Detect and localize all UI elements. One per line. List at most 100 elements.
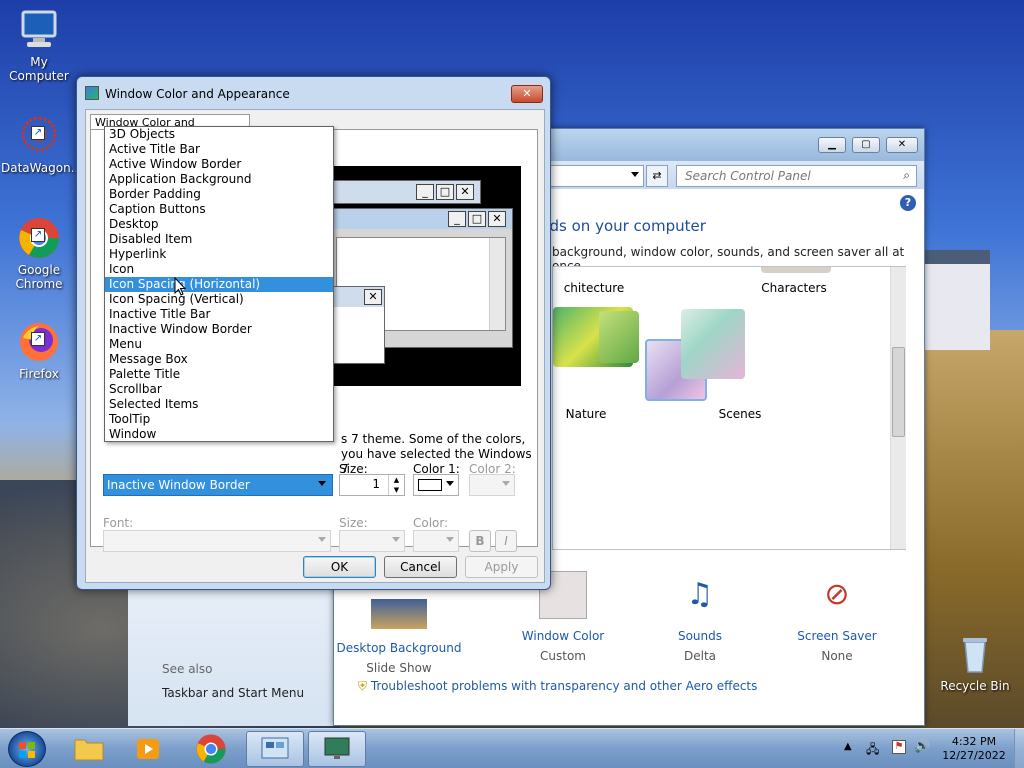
dropdown-option[interactable]: Inactive Window Border [105, 322, 333, 337]
font-color-label: Color: [413, 516, 449, 530]
dropdown-option[interactable]: Desktop [105, 217, 333, 232]
dropdown-option[interactable]: ToolTip [105, 412, 333, 427]
preview-scrollbar [489, 238, 505, 330]
color2-picker[interactable] [469, 474, 515, 496]
close-button[interactable]: ✕ [886, 137, 918, 153]
show-desktop-button[interactable] [1014, 729, 1024, 768]
shortcut-arrow-icon: ↗ [31, 228, 45, 242]
dropdown-option[interactable]: 3D Objects [105, 127, 333, 142]
troubleshoot-link[interactable]: Troubleshoot problems with transparency … [371, 679, 758, 693]
desktop-icon-label: Recycle Bin [940, 679, 1010, 693]
desktop-background-link[interactable]: Desktop Background [334, 641, 464, 655]
dropdown-option[interactable]: Application Background [105, 172, 333, 187]
taskbar: ▲ 🖧 ⚑ 🔊 4:32 PM 12/27/2022 [0, 728, 1024, 768]
page-heading: nds on your computer [540, 217, 706, 235]
show-hidden-icons-button[interactable]: ▲ [844, 741, 852, 752]
troubleshoot-item[interactable]: ⛨ Troubleshoot problems with transparenc… [358, 679, 757, 694]
apply-button[interactable]: Apply [465, 556, 538, 578]
font-combo[interactable] [103, 530, 331, 552]
sounds-item[interactable]: ♫ Sounds Delta [635, 571, 765, 663]
dropdown-option[interactable]: Icon Spacing (Horizontal) [105, 277, 333, 292]
taskbar-explorer-button[interactable] [60, 731, 118, 767]
dropdown-option[interactable]: Inactive Title Bar [105, 307, 333, 322]
mouse-cursor-icon [174, 276, 187, 299]
theme-label: Scenes [718, 407, 762, 421]
desktop-background-item[interactable]: Desktop Background Slide Show [334, 599, 464, 675]
themes-scrollbar[interactable] [890, 267, 906, 549]
font-size-combo[interactable] [339, 530, 405, 552]
firefox-icon: ↗ [17, 320, 61, 364]
taskbar-control-panel-button[interactable] [246, 731, 304, 767]
shortcut-arrow-icon: ↗ [31, 126, 45, 140]
action-center-flag-icon[interactable]: ⚑ [892, 740, 906, 754]
italic-button[interactable]: I [495, 530, 517, 552]
item-size-stepper[interactable]: 1 ▲ ▼ [339, 474, 405, 496]
item-combo[interactable]: Inactive Window Border [103, 474, 333, 496]
system-clock[interactable]: 4:32 PM 12/27/2022 [938, 735, 1010, 763]
taskbar-window-color-button[interactable] [308, 731, 366, 767]
datawagon-icon: ↗ [17, 114, 61, 158]
dropdown-option[interactable]: Disabled Item [105, 232, 333, 247]
taskbar-media-player-button[interactable] [120, 731, 178, 767]
dropdown-option[interactable]: Icon Spacing (Vertical) [105, 292, 333, 307]
dropdown-option[interactable]: Selected Items [105, 397, 333, 412]
refresh-button[interactable]: ⇄ [646, 165, 668, 187]
chevron-down-icon [446, 481, 454, 486]
dropdown-option[interactable]: Caption Buttons [105, 202, 333, 217]
preview-close-icon: ✕ [456, 184, 474, 200]
shield-icon: ⛨ [358, 679, 368, 693]
start-button[interactable] [8, 731, 46, 767]
folder-icon [74, 739, 104, 761]
preview-close-icon: ✕ [488, 211, 506, 227]
chevron-down-icon [631, 172, 639, 177]
dropdown-option[interactable]: Palette Title [105, 367, 333, 382]
themes-list[interactable]: chitecture Characters Nature Scenes [552, 266, 906, 550]
dropdown-option[interactable]: Active Title Bar [105, 142, 333, 157]
desktop-icon-firefox[interactable]: ↗ Firefox [1, 320, 77, 381]
desktop-icon-datawagon[interactable]: ↗ DataWagon... [1, 114, 82, 175]
font-color-picker[interactable] [413, 530, 459, 552]
color1-picker[interactable] [413, 474, 459, 496]
desktop-icon-recycle-bin[interactable]: Recycle Bin [937, 632, 1013, 693]
screen-saver-value: None [821, 649, 853, 663]
taskbar-chrome-button[interactable] [182, 731, 240, 767]
dropdown-option[interactable]: Menu [105, 337, 333, 352]
dropdown-option[interactable]: Border Padding [105, 187, 333, 202]
sounds-link[interactable]: Sounds [635, 629, 765, 643]
ok-button[interactable]: OK [303, 556, 376, 578]
dropdown-option[interactable]: Active Window Border [105, 157, 333, 172]
maximize-button[interactable]: ▢ [852, 137, 880, 153]
volume-icon[interactable]: 🔊 [914, 739, 930, 754]
item-size-value: 1 [372, 477, 380, 491]
dropdown-option[interactable]: Hyperlink [105, 247, 333, 262]
search-input[interactable]: Search Control Panel ⌕ [676, 165, 917, 187]
minimize-button[interactable]: ▁ [818, 137, 846, 153]
see-also-heading: See also [162, 662, 213, 676]
bold-button[interactable]: B [469, 530, 491, 552]
dropdown-option[interactable]: Window [105, 427, 333, 442]
chevron-down-icon [502, 481, 510, 486]
desktop-icon-google-chrome[interactable]: ↗ Google Chrome [1, 216, 77, 291]
computer-icon [17, 8, 61, 52]
search-icon: ⌕ [903, 168, 910, 182]
cancel-button[interactable]: Cancel [384, 556, 457, 578]
help-icon[interactable]: ? [900, 195, 916, 211]
desktop-icon-my-computer[interactable]: My Computer [1, 8, 77, 83]
preview-minimize-icon: _ [416, 184, 434, 200]
screen-saver-item[interactable]: ⊘ Screen Saver None [772, 571, 902, 663]
item-combo-value: Inactive Window Border [107, 478, 250, 492]
dropdown-option[interactable]: Message Box [105, 352, 333, 367]
window-color-value: Custom [540, 649, 586, 663]
window-color-link[interactable]: Window Color [498, 629, 628, 643]
dropdown-option[interactable]: Scrollbar [105, 382, 333, 397]
taskbar-start-menu-link[interactable]: Taskbar and Start Menu [162, 686, 304, 700]
dropdown-option[interactable]: Icon [105, 262, 333, 277]
scrollbar-thumb[interactable] [892, 347, 905, 437]
dialog-close-button[interactable]: ✕ [511, 85, 543, 103]
music-notes-icon: ♫ [686, 577, 714, 612]
spin-buttons[interactable]: ▲ ▼ [388, 475, 404, 495]
item-dropdown-list[interactable]: 3D Objects Active Title Bar Active Window … [104, 126, 334, 442]
chevron-down-icon [318, 537, 326, 542]
screen-saver-link[interactable]: Screen Saver [772, 629, 902, 643]
network-icon[interactable]: 🖧 [866, 740, 879, 761]
